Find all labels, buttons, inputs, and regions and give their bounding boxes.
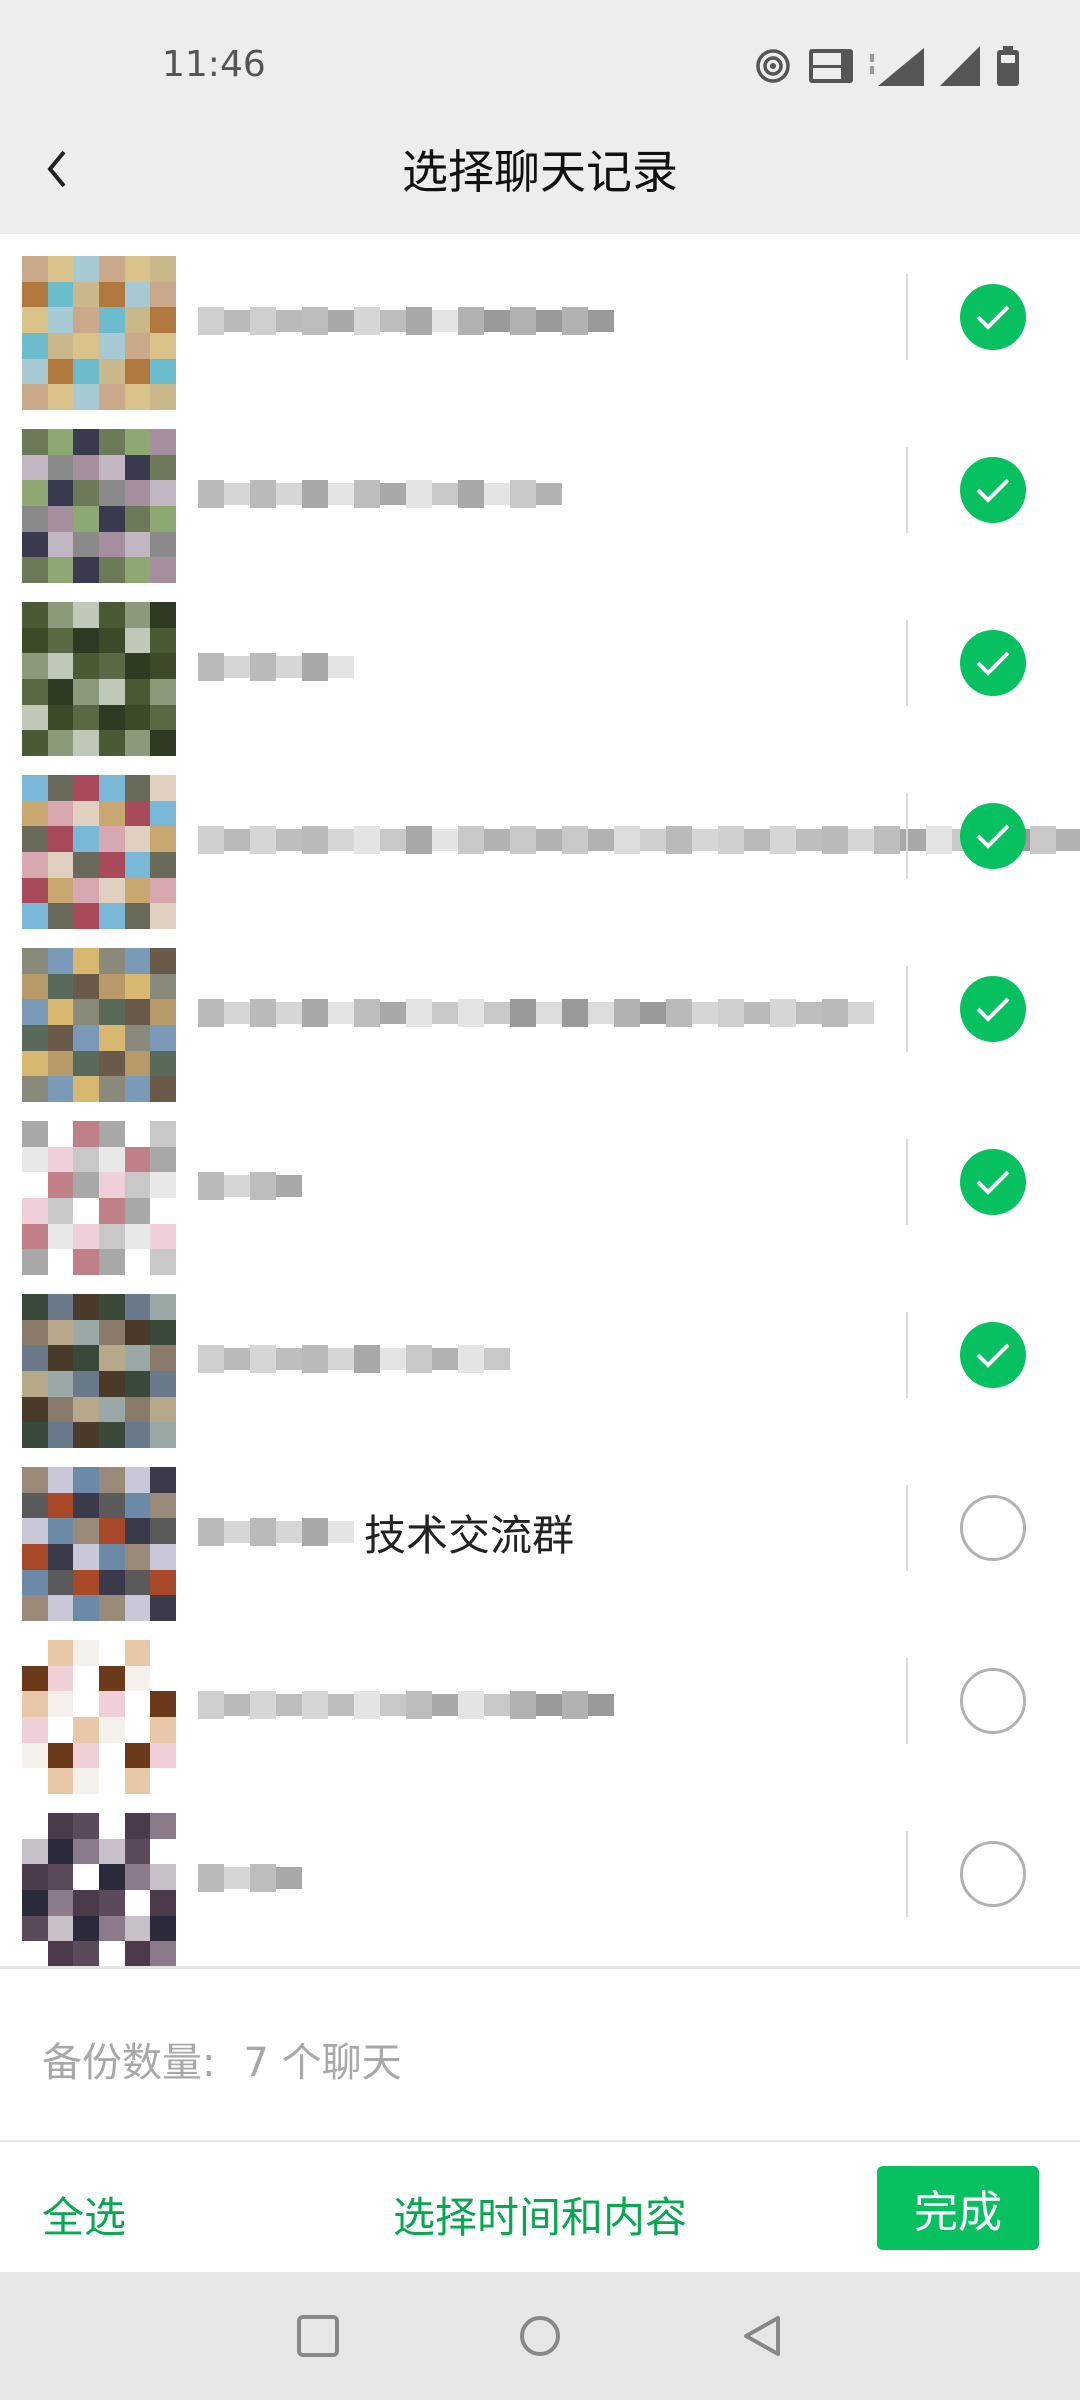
avatar — [22, 1294, 176, 1448]
chat-row[interactable] — [0, 1618, 1080, 1794]
row-divider — [906, 447, 908, 533]
home-icon[interactable] — [518, 2314, 562, 2358]
chat-name-blurred — [198, 970, 874, 1056]
selected-check-icon[interactable] — [960, 457, 1026, 523]
done-button[interactable]: 完成 — [877, 2166, 1039, 2250]
backup-count-value: 7 个聊天 — [243, 2040, 402, 2086]
chat-name-blurred — [198, 1316, 510, 1402]
chat-list: 技术交流群 — [0, 234, 1080, 1967]
chat-row[interactable] — [0, 1272, 1080, 1448]
avatar — [22, 948, 176, 1102]
chat-row[interactable] — [0, 580, 1080, 756]
signal-4g-icon — [870, 46, 924, 86]
back-nav-icon[interactable] — [740, 2314, 784, 2358]
signal-icon — [940, 46, 980, 86]
volte-icon — [809, 49, 853, 83]
page-title: 选择聊天记录 — [402, 145, 678, 199]
avatar — [22, 1640, 176, 1794]
chat-row[interactable] — [0, 1099, 1080, 1275]
chat-name-blurred — [198, 1143, 302, 1229]
selected-check-icon[interactable] — [960, 1149, 1026, 1215]
system-nav-bar — [0, 2272, 1080, 2400]
chat-name-blurred — [198, 797, 1080, 883]
chat-name-blurred — [198, 278, 614, 364]
chat-row[interactable] — [0, 234, 1080, 410]
chat-name-blurred — [198, 451, 562, 537]
bottom-action-bar: 全选 选择时间和内容 完成 — [0, 2140, 1080, 2272]
chat-row[interactable]: 技术交流群 — [0, 1445, 1080, 1621]
backup-count: 备份数量: 7 个聊天 — [42, 2030, 402, 2088]
chat-name-blurred — [198, 624, 354, 710]
row-divider — [906, 274, 908, 360]
chat-row[interactable] — [0, 753, 1080, 929]
status-icons — [754, 46, 1020, 86]
chat-row[interactable] — [0, 1791, 1080, 1967]
recent-apps-icon[interactable] — [296, 2314, 340, 2358]
nav-bar: 选择聊天记录 — [0, 104, 1080, 234]
battery-icon — [997, 46, 1019, 86]
row-divider — [906, 1312, 908, 1398]
chat-name-blurred — [198, 1662, 614, 1748]
selected-check-icon[interactable] — [960, 284, 1026, 350]
avatar — [22, 1121, 176, 1275]
row-divider — [906, 1658, 908, 1744]
unselected-circle-icon[interactable] — [960, 1668, 1026, 1734]
avatar — [22, 256, 176, 410]
status-time: 11:46 — [162, 44, 266, 85]
row-divider — [906, 1139, 908, 1225]
chat-name-blurred — [198, 1835, 302, 1921]
row-divider — [906, 793, 908, 879]
unselected-circle-icon[interactable] — [960, 1841, 1026, 1907]
avatar — [22, 602, 176, 756]
selected-check-icon[interactable] — [960, 803, 1026, 869]
row-divider — [906, 966, 908, 1052]
avatar — [22, 1467, 176, 1621]
chat-name-text: 技术交流群 — [364, 1510, 575, 1560]
row-divider — [906, 1831, 908, 1917]
chat-row[interactable] — [0, 926, 1080, 1102]
avatar — [22, 775, 176, 929]
chat-name: 技术交流群 — [198, 1489, 574, 1575]
selected-check-icon[interactable] — [960, 630, 1026, 696]
selected-check-icon[interactable] — [960, 1322, 1026, 1388]
avatar — [22, 1813, 176, 1967]
avatar — [22, 429, 176, 583]
row-divider — [906, 620, 908, 706]
list-separator — [0, 1966, 1080, 1969]
selected-check-icon[interactable] — [960, 976, 1026, 1042]
backup-count-label: 备份数量: — [42, 2040, 216, 2086]
chat-row[interactable] — [0, 407, 1080, 583]
row-divider — [906, 1485, 908, 1571]
hotspot-icon — [756, 49, 790, 83]
unselected-circle-icon[interactable] — [960, 1495, 1026, 1561]
